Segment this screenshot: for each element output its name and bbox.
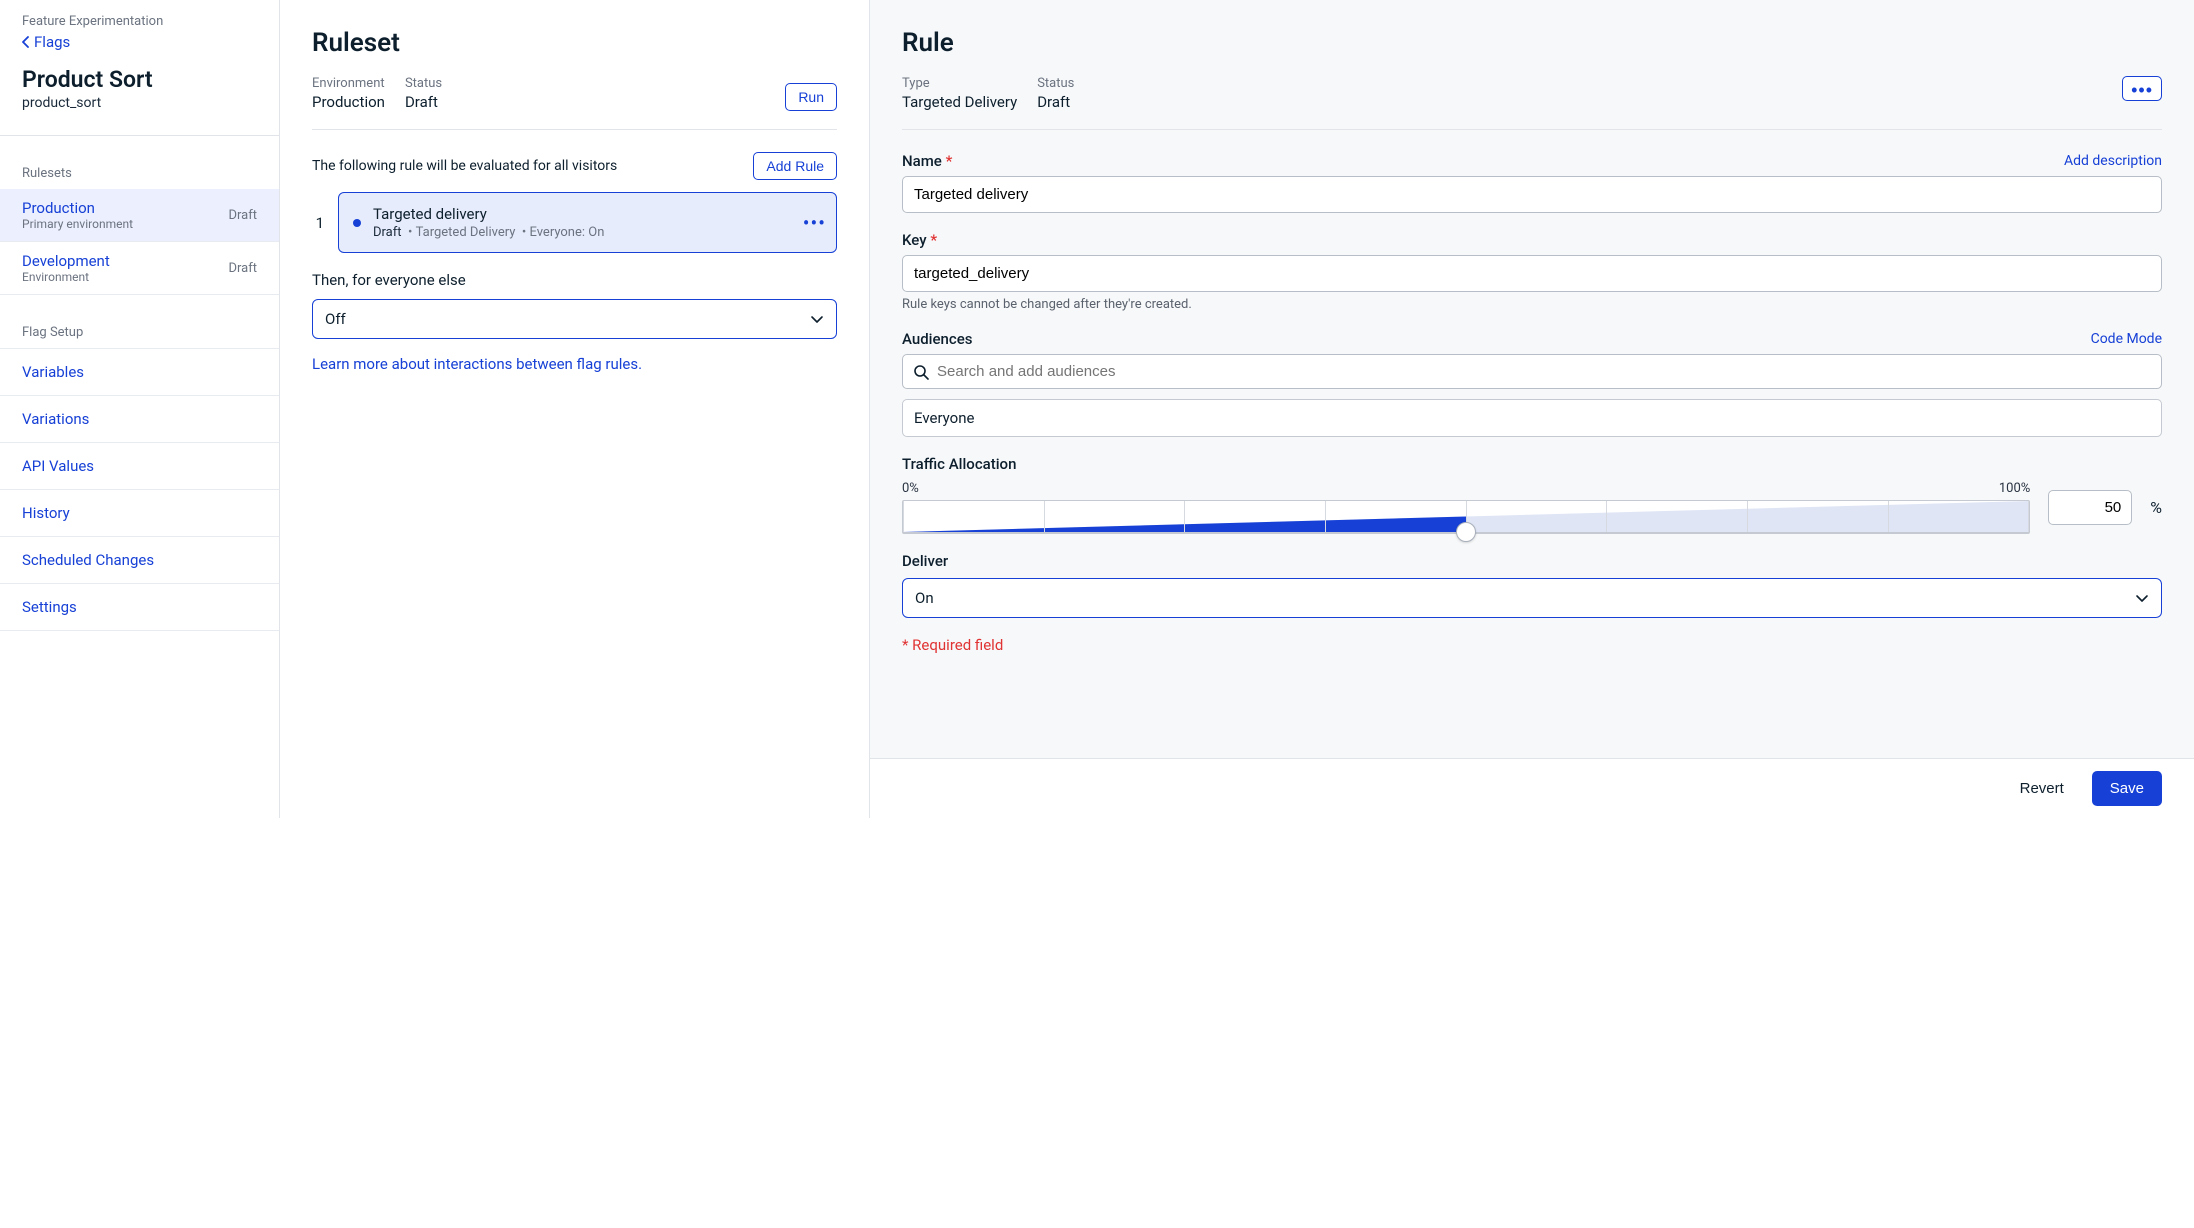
rule-card-audience: Everyone: On: [529, 225, 604, 240]
rulesets-section-label: Rulesets: [0, 136, 279, 189]
code-mode-link[interactable]: Code Mode: [2091, 331, 2162, 347]
else-label: Then, for everyone else: [312, 271, 837, 289]
traffic-max-label: 100%: [1999, 481, 2030, 496]
env-label: Environment: [312, 76, 385, 91]
rule-status-label: Status: [1037, 76, 1074, 91]
revert-button[interactable]: Revert: [2010, 772, 2074, 805]
chevron-left-icon: [22, 36, 30, 48]
setup-item-history[interactable]: History: [0, 490, 279, 537]
name-input[interactable]: [902, 176, 2162, 213]
rulesets-list: Production Primary environment Draft Dev…: [0, 189, 279, 295]
slider-handle[interactable]: [1456, 522, 1476, 542]
back-link-label: Flags: [34, 33, 70, 51]
rule-card-type: Targeted Delivery: [416, 225, 516, 240]
deliver-value: On: [915, 589, 934, 607]
required-note: * Required field: [902, 636, 2162, 654]
setup-item-api-values[interactable]: API Values: [0, 443, 279, 490]
rule-card[interactable]: Targeted delivery Draft • Targeted Deliv…: [338, 192, 837, 253]
traffic-slider[interactable]: [902, 500, 2030, 534]
key-label: Key *: [902, 231, 937, 249]
setup-item-settings[interactable]: Settings: [0, 584, 279, 631]
key-help-text: Rule keys cannot be changed after they'r…: [902, 297, 2162, 312]
sidebar: Feature Experimentation Flags Product So…: [0, 0, 280, 818]
traffic-label: Traffic Allocation: [902, 455, 2162, 473]
rule-index: 1: [312, 214, 324, 232]
percent-sign: %: [2150, 498, 2162, 517]
chevron-down-icon: [2135, 591, 2149, 605]
footer-bar: Revert Save: [870, 758, 2194, 818]
add-rule-button[interactable]: Add Rule: [753, 152, 837, 180]
setup-item-variations[interactable]: Variations: [0, 396, 279, 443]
rule-type-value: Targeted Delivery: [902, 93, 1017, 111]
ruleset-status: Draft: [228, 208, 257, 223]
env-value: Production: [312, 93, 385, 111]
save-button[interactable]: Save: [2092, 771, 2162, 806]
ruleset-heading: Ruleset: [312, 28, 837, 58]
flag-key: product_sort: [22, 95, 257, 111]
ruleset-item-production[interactable]: Production Primary environment Draft: [0, 189, 279, 242]
rule-intro-text: The following rule will be evaluated for…: [312, 158, 617, 174]
search-icon: [913, 364, 929, 380]
else-select[interactable]: Off: [312, 299, 837, 339]
rule-card-more-icon[interactable]: •••: [803, 211, 826, 235]
audiences-label: Audiences: [902, 330, 972, 348]
ruleset-desc: Environment: [22, 270, 110, 284]
rule-card-status: Draft: [373, 225, 402, 240]
back-to-flags-link[interactable]: Flags: [22, 33, 70, 51]
traffic-input[interactable]: [2048, 490, 2132, 525]
rule-card-title: Targeted delivery: [373, 205, 604, 223]
ruleset-panel: Ruleset Environment Production Status Dr…: [280, 0, 870, 818]
rule-card-subtitle: Draft • Targeted Delivery • Everyone: On: [373, 225, 604, 240]
ruleset-name: Production: [22, 199, 133, 217]
learn-more-link[interactable]: Learn more about interactions between fl…: [312, 355, 642, 373]
setup-item-scheduled-changes[interactable]: Scheduled Changes: [0, 537, 279, 584]
key-input[interactable]: [902, 255, 2162, 292]
sidebar-subtitle: Feature Experimentation: [22, 14, 257, 29]
add-description-link[interactable]: Add description: [2064, 153, 2162, 169]
ruleset-item-development[interactable]: Development Environment Draft: [0, 242, 279, 295]
flag-title: Product Sort: [22, 66, 257, 93]
setup-item-variables[interactable]: Variables: [0, 349, 279, 396]
audience-search-input[interactable]: [937, 363, 2151, 380]
rule-heading: Rule: [902, 28, 2162, 58]
rule-panel: Rule Type Targeted Delivery Status Draft…: [870, 0, 2194, 818]
audience-search[interactable]: [902, 354, 2162, 389]
name-label: Name *: [902, 152, 952, 170]
run-button[interactable]: Run: [785, 83, 837, 111]
else-select-value: Off: [325, 310, 346, 328]
ruleset-desc: Primary environment: [22, 217, 133, 231]
traffic-min-label: 0%: [902, 481, 919, 496]
deliver-label: Deliver: [902, 552, 2162, 570]
rule-status-value: Draft: [1037, 93, 1074, 111]
flag-setup-section-label: Flag Setup: [0, 295, 279, 348]
rule-type-label: Type: [902, 76, 1017, 91]
status-value: Draft: [405, 93, 442, 111]
flag-setup-list: Variables Variations API Values History …: [0, 348, 279, 631]
audience-everyone-chip[interactable]: Everyone: [902, 399, 2162, 437]
rule-more-button[interactable]: •••: [2122, 76, 2162, 101]
status-label: Status: [405, 76, 442, 91]
deliver-select[interactable]: On: [902, 578, 2162, 618]
chevron-down-icon: [810, 312, 824, 326]
ruleset-status: Draft: [228, 261, 257, 276]
status-dot-icon: [353, 219, 361, 227]
ruleset-name: Development: [22, 252, 110, 270]
